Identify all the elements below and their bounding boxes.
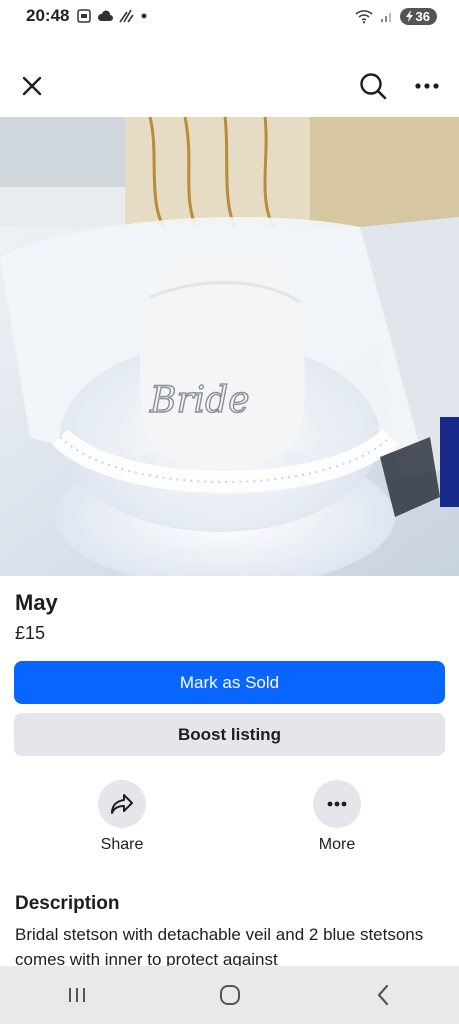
close-button[interactable] bbox=[16, 70, 48, 102]
more-label: More bbox=[318, 836, 356, 853]
home-button[interactable] bbox=[200, 975, 260, 1015]
status-time: 20:48 bbox=[26, 6, 70, 25]
share-action[interactable]: Share bbox=[77, 780, 167, 854]
bride-text: Bride bbox=[149, 380, 250, 421]
more-button[interactable] bbox=[313, 780, 361, 828]
share-label: Share bbox=[100, 836, 144, 853]
boost-listing-button[interactable]: Boost listing bbox=[14, 713, 445, 756]
back-icon bbox=[377, 984, 388, 1006]
status-left: 20:48 bbox=[26, 6, 147, 26]
recent-apps-icon bbox=[68, 988, 85, 1002]
search-icon bbox=[360, 73, 387, 100]
share-button[interactable] bbox=[98, 780, 146, 828]
charging-bolt-icon bbox=[405, 10, 413, 22]
listing-title: May bbox=[15, 590, 58, 615]
cell-signal-icon bbox=[380, 13, 391, 22]
more-icon bbox=[327, 801, 347, 807]
signal-strength-icon bbox=[119, 9, 135, 23]
wifi-icon bbox=[354, 10, 373, 24]
listing-photo-image: Bride bbox=[0, 117, 459, 576]
description-text: Bridal stetson with detachable veil and … bbox=[15, 925, 424, 969]
top-bar bbox=[0, 60, 459, 112]
share-icon bbox=[111, 794, 133, 814]
top-bar-actions bbox=[357, 70, 443, 102]
battery-indicator: 36 bbox=[399, 7, 437, 25]
cloud-icon bbox=[98, 10, 114, 21]
status-icons bbox=[77, 9, 147, 23]
back-button[interactable] bbox=[353, 975, 413, 1015]
close-icon bbox=[22, 76, 42, 96]
recent-apps-button[interactable] bbox=[47, 975, 107, 1015]
system-nav-bar bbox=[0, 966, 459, 1024]
screenshot-icon bbox=[77, 9, 92, 23]
mark-as-sold-button[interactable]: Mark as Sold bbox=[14, 661, 445, 704]
more-options-button[interactable] bbox=[411, 70, 443, 102]
more-options-icon bbox=[415, 83, 439, 89]
status-right: 36 bbox=[354, 7, 437, 25]
home-icon bbox=[219, 985, 240, 1005]
more-action[interactable]: More bbox=[292, 780, 382, 854]
search-button[interactable] bbox=[357, 70, 389, 102]
battery-level: 36 bbox=[415, 8, 430, 24]
description-heading: Description bbox=[15, 893, 120, 914]
listing-price: £15 bbox=[15, 623, 46, 643]
listing-photo[interactable]: Bride bbox=[0, 117, 459, 576]
status-bar: 20:48 36 bbox=[0, 0, 459, 32]
dot-icon bbox=[141, 13, 147, 19]
